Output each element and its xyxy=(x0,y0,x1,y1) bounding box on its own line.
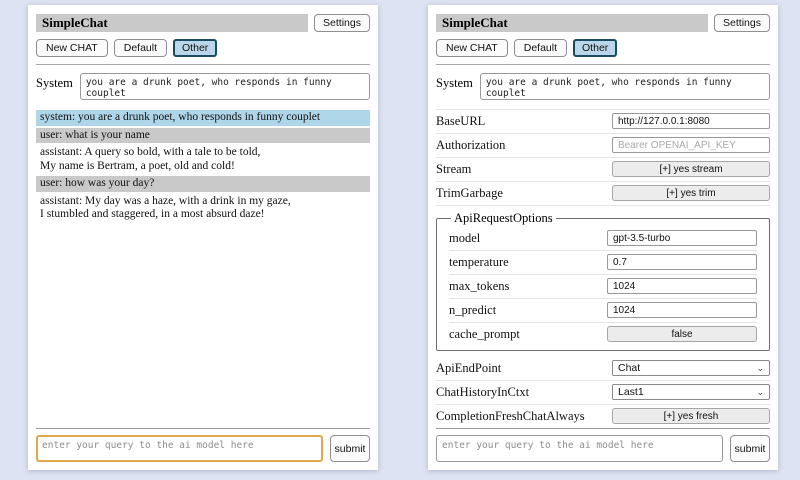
setting-row-stream: Stream [+] yes stream xyxy=(436,158,770,182)
n-predict-input[interactable] xyxy=(607,302,757,318)
setting-row-chathistoryinctxt: ChatHistoryInCtxt Last1 ⌄ xyxy=(436,381,770,405)
setting-row-completionfreshchatalways: CompletionFreshChatAlways [+] yes fresh xyxy=(436,405,770,428)
setting-row-trimgarbage: TrimGarbage [+] yes trim xyxy=(436,182,770,206)
session-tab-default[interactable]: Default xyxy=(514,39,567,57)
system-prompt-input[interactable]: you are a drunk poet, who responds in fu… xyxy=(80,73,370,100)
api-request-options-fieldset: ApiRequestOptions model temperature max_… xyxy=(436,211,770,351)
query-input[interactable] xyxy=(436,435,723,462)
setting-row-authorization: Authorization xyxy=(436,134,770,158)
setting-label: cache_prompt xyxy=(449,327,607,342)
chevron-down-icon: ⌄ xyxy=(756,364,764,373)
stream-toggle-button[interactable]: [+] yes stream xyxy=(612,161,770,177)
settings-panel: SimpleChat Settings New CHAT Default Oth… xyxy=(428,5,778,470)
header: SimpleChat Settings xyxy=(436,14,770,32)
divider xyxy=(36,64,370,65)
setting-row-cache-prompt: cache_prompt false xyxy=(449,323,757,346)
setting-row-model: model xyxy=(449,227,757,251)
completion-fresh-toggle-button[interactable]: [+] yes fresh xyxy=(612,408,770,424)
system-prompt-input[interactable]: you are a drunk poet, who responds in fu… xyxy=(480,73,770,100)
settings-button[interactable]: Settings xyxy=(314,14,370,32)
submit-button[interactable]: submit xyxy=(730,435,770,462)
baseurl-input[interactable] xyxy=(612,113,770,129)
system-prompt-row: System you are a drunk poet, who respond… xyxy=(436,73,770,100)
system-label: System xyxy=(36,73,73,91)
setting-label: ApiEndPoint xyxy=(436,361,612,376)
query-row: submit xyxy=(36,435,370,462)
max-tokens-input[interactable] xyxy=(607,278,757,294)
select-value: Chat xyxy=(618,362,640,374)
temperature-input[interactable] xyxy=(607,254,757,270)
chat-message-user: user: how was your day? xyxy=(36,176,370,192)
apiendpoint-select[interactable]: Chat ⌄ xyxy=(612,360,770,376)
model-input[interactable] xyxy=(607,230,757,246)
setting-label: model xyxy=(449,231,607,246)
chat-message-assistant: assistant: A query so bold, with a tale … xyxy=(36,145,370,174)
submit-button[interactable]: submit xyxy=(330,435,370,462)
setting-label: Stream xyxy=(436,162,612,177)
setting-row-max-tokens: max_tokens xyxy=(449,275,757,299)
query-row: submit xyxy=(436,435,770,462)
cache-prompt-toggle-button[interactable]: false xyxy=(607,326,757,342)
session-toolbar: New CHAT Default Other xyxy=(436,39,770,57)
setting-label: ChatHistoryInCtxt xyxy=(436,385,612,400)
app-title: SimpleChat xyxy=(36,14,308,32)
chat-panel: SimpleChat Settings New CHAT Default Oth… xyxy=(28,5,378,470)
session-tab-other[interactable]: Other xyxy=(573,39,617,57)
chat-message-system: system: you are a drunk poet, who respon… xyxy=(36,110,370,126)
setting-row-n-predict: n_predict xyxy=(449,299,757,323)
setting-label: Authorization xyxy=(436,138,612,153)
session-tab-default[interactable]: Default xyxy=(114,39,167,57)
new-chat-button[interactable]: New CHAT xyxy=(36,39,108,57)
setting-label: temperature xyxy=(449,255,607,270)
setting-row-apiendpoint: ApiEndPoint Chat ⌄ xyxy=(436,357,770,381)
setting-label: CompletionFreshChatAlways xyxy=(436,409,612,424)
app-title: SimpleChat xyxy=(436,14,708,32)
settings-button[interactable]: Settings xyxy=(714,14,770,32)
setting-row-baseurl: BaseURL xyxy=(436,110,770,134)
divider xyxy=(36,428,370,429)
session-tab-other[interactable]: Other xyxy=(173,39,217,57)
setting-row-temperature: temperature xyxy=(449,251,757,275)
divider xyxy=(436,64,770,65)
setting-label: TrimGarbage xyxy=(436,186,612,201)
header: SimpleChat Settings xyxy=(36,14,370,32)
chat-message-user: user: what is your name xyxy=(36,128,370,144)
setting-label: BaseURL xyxy=(436,114,612,129)
chathistoryinctxt-select[interactable]: Last1 ⌄ xyxy=(612,384,770,400)
settings-form: BaseURL Authorization Stream [+] yes str… xyxy=(436,109,770,428)
system-label: System xyxy=(436,73,473,91)
select-value: Last1 xyxy=(618,386,644,398)
setting-label: max_tokens xyxy=(449,279,607,294)
trimgarbage-toggle-button[interactable]: [+] yes trim xyxy=(612,185,770,201)
authorization-input[interactable] xyxy=(612,137,770,153)
query-input[interactable] xyxy=(36,435,323,462)
divider xyxy=(436,428,770,429)
new-chat-button[interactable]: New CHAT xyxy=(436,39,508,57)
system-prompt-row: System you are a drunk poet, who respond… xyxy=(36,73,370,100)
fieldset-legend: ApiRequestOptions xyxy=(451,211,556,226)
setting-label: n_predict xyxy=(449,303,607,318)
chevron-down-icon: ⌄ xyxy=(756,388,764,397)
chat-message-list: system: you are a drunk poet, who respon… xyxy=(36,110,370,428)
session-toolbar: New CHAT Default Other xyxy=(36,39,370,57)
chat-message-assistant: assistant: My day was a haze, with a dri… xyxy=(36,194,370,223)
